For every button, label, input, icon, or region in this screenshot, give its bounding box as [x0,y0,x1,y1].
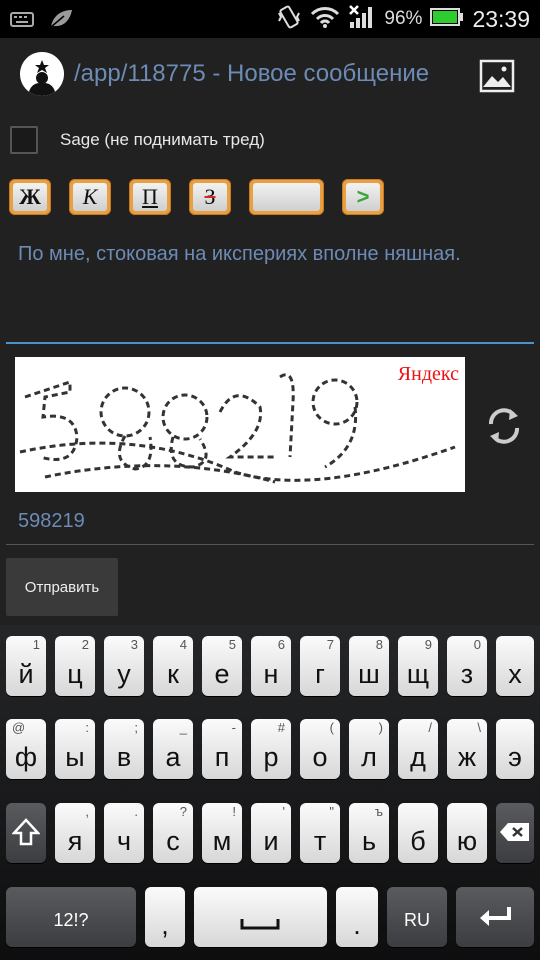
italic-label: К [73,183,107,211]
quote-label: > [346,183,380,211]
key-ь[interactable]: ъь [349,803,389,863]
key-ц[interactable]: 2ц [55,636,95,696]
key-ф[interactable]: @ ф [6,719,46,779]
comma-key[interactable]: , [145,887,185,947]
italic-button[interactable]: К [69,179,111,215]
battery-percent: 96% [384,8,423,29]
enter-key[interactable] [456,887,534,947]
screen-title: /app/118775 - Новое сообщение [74,60,430,87]
key-г[interactable]: 7г [300,636,340,696]
spoiler-button[interactable] [249,179,324,215]
wifi-icon [310,5,340,34]
key-з[interactable]: 0з [447,636,487,696]
key-с[interactable]: ? с [153,803,193,863]
key-щ[interactable]: 9щ [398,636,438,696]
backspace-key[interactable] [496,803,534,863]
spoiler-label [253,183,320,211]
key-н[interactable]: 6н [251,636,291,696]
keyboard-icon [10,10,34,33]
vibrate-icon [276,4,302,35]
leaf-icon [48,8,74,35]
key-б[interactable]: б [398,803,438,863]
space-key[interactable] [194,887,327,947]
key-ч[interactable]: .ч [104,803,144,863]
key-т[interactable]: " т [300,803,340,863]
key-ю[interactable]: ю [447,803,487,863]
bold-button[interactable]: Ж [9,179,51,215]
sage-label: Sage (не поднимать тред) [60,130,265,149]
language-key[interactable]: RU [387,887,447,947]
key-п[interactable]: -п [202,719,242,779]
captcha-input[interactable]: 598219 [18,510,85,533]
captcha-brand: Яндекс [397,363,459,385]
backspace-icon [499,821,531,848]
underline-button[interactable]: П [129,179,171,215]
sage-option[interactable]: Sage (не поднимать тред) [10,124,265,156]
key-у[interactable]: 3у [104,636,144,696]
key-э[interactable]: э [496,719,534,779]
signal-icon [348,4,376,35]
captcha-input-underline [6,544,534,545]
key-м[interactable]: ! м [202,803,242,863]
symbols-key[interactable]: 12!? [6,887,136,947]
message-field-underline [6,342,534,344]
shift-key[interactable] [6,803,46,863]
underline-label: П [133,183,167,211]
key-ы[interactable]: :ы [55,719,95,779]
strike-button[interactable]: З [189,179,231,215]
send-button[interactable]: Отправить [6,558,118,616]
sage-checkbox[interactable] [10,126,38,154]
period-key[interactable]: . [336,887,378,947]
clock: 23:39 [472,5,530,32]
key-е[interactable]: 5е [202,636,242,696]
key-в[interactable]: ; в [104,719,144,779]
key-я[interactable]: ,я [55,803,95,863]
keyboard: 1й 2ц 3у 4к 5е 6н 7г 8ш 9щ 0з х @ ф :ы ; в… [0,625,540,960]
enter-icon [478,904,514,935]
key-о[interactable]: (о [300,719,340,779]
key-д[interactable]: / д [398,719,438,779]
bold-label: Ж [13,183,47,211]
key-л[interactable]: ) л [349,719,389,779]
captcha-image: Яндекс [15,357,465,492]
anonymous-logo-icon[interactable] [20,52,64,96]
key-и[interactable]: ' и [251,803,291,863]
status-bar: 96% 23:39 [0,0,540,38]
key-к[interactable]: 4к [153,636,193,696]
image-icon[interactable] [478,58,516,94]
message-field[interactable]: По мне, стоковая на икспериях вполне няш… [18,240,518,268]
action-bar: /app/118775 - Новое сообщение [0,38,540,110]
key-ж[interactable]: \ ж [447,719,487,779]
refresh-icon[interactable] [484,404,524,448]
key-р[interactable]: # р [251,719,291,779]
key-й[interactable]: 1й [6,636,46,696]
key-а[interactable]: _ а [153,719,193,779]
shift-icon [11,817,41,852]
key-ш[interactable]: 8ш [349,636,389,696]
space-icon [240,917,280,936]
key-х[interactable]: х [496,636,534,696]
strike-label: З [193,183,227,211]
quote-button[interactable]: > [342,179,384,215]
battery-icon [430,7,464,32]
